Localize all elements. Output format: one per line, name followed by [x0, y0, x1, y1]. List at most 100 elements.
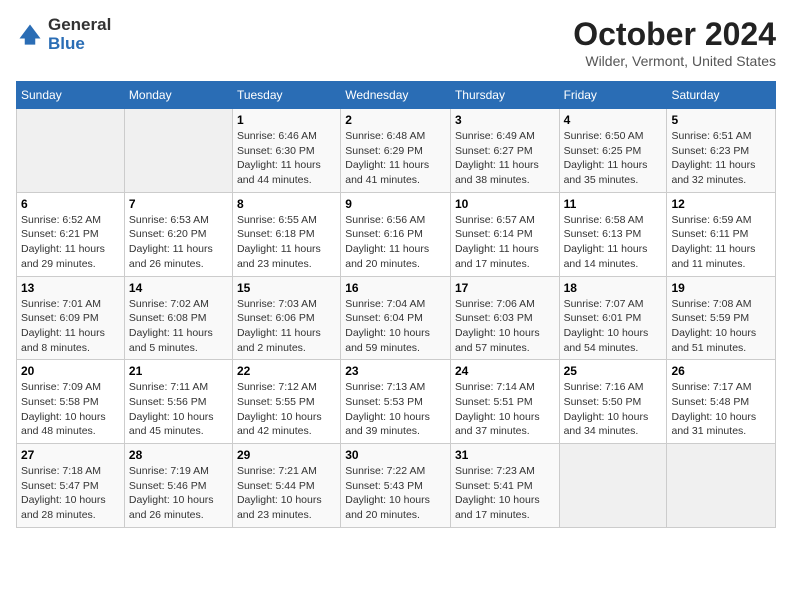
- weekday-header: Wednesday: [341, 82, 451, 109]
- day-detail: Sunrise: 6:46 AM Sunset: 6:30 PM Dayligh…: [237, 129, 336, 188]
- calendar-cell: 29 Sunrise: 7:21 AM Sunset: 5:44 PM Dayli…: [232, 444, 340, 528]
- day-number: 26: [671, 364, 771, 378]
- calendar-cell: 28Sunrise: 7:19 AM Sunset: 5:46 PM Dayli…: [124, 444, 232, 528]
- day-detail: Sunrise: 6:50 AM Sunset: 6:25 PM Dayligh…: [564, 129, 663, 188]
- calendar-cell: 3Sunrise: 6:49 AM Sunset: 6:27 PM Daylig…: [450, 109, 559, 193]
- day-number: 15: [237, 281, 336, 295]
- calendar-cell: 25 Sunrise: 7:16 AM Sunset: 5:50 PM Dayli…: [559, 360, 667, 444]
- weekday-header: Tuesday: [232, 82, 340, 109]
- day-detail: Sunrise: 7:07 AM Sunset: 6:01 PM Dayligh…: [564, 297, 663, 356]
- day-number: 21: [129, 364, 228, 378]
- calendar-cell: 22Sunrise: 7:12 AM Sunset: 5:55 PM Dayli…: [232, 360, 340, 444]
- day-detail: Sunrise: 7:01 AM Sunset: 6:09 PM Dayligh…: [21, 297, 120, 356]
- calendar-cell: 9 Sunrise: 6:56 AM Sunset: 6:16 PM Daylig…: [341, 192, 451, 276]
- calendar-cell: 8 Sunrise: 6:55 AM Sunset: 6:18 PM Daylig…: [232, 192, 340, 276]
- day-detail: Sunrise: 6:56 AM Sunset: 6:16 PM Dayligh…: [345, 213, 446, 272]
- logo-text: General Blue: [48, 16, 111, 53]
- title-area: October 2024 Wilder, Vermont, United Sta…: [573, 16, 776, 69]
- calendar-cell: 18 Sunrise: 7:07 AM Sunset: 6:01 PM Dayli…: [559, 276, 667, 360]
- day-number: 10: [455, 197, 555, 211]
- day-detail: Sunrise: 6:49 AM Sunset: 6:27 PM Dayligh…: [455, 129, 555, 188]
- calendar-cell: 10 Sunrise: 6:57 AM Sunset: 6:14 PM Dayli…: [450, 192, 559, 276]
- day-number: 12: [671, 197, 771, 211]
- calendar-cell: 12 Sunrise: 6:59 AM Sunset: 6:11 PM Dayli…: [667, 192, 776, 276]
- day-detail: Sunrise: 6:55 AM Sunset: 6:18 PM Dayligh…: [237, 213, 336, 272]
- calendar-cell: [667, 444, 776, 528]
- calendar-cell: 15 Sunrise: 7:03 AM Sunset: 6:06 PM Dayli…: [232, 276, 340, 360]
- weekday-header: Saturday: [667, 82, 776, 109]
- day-detail: Sunrise: 7:21 AM Sunset: 5:44 PM Dayligh…: [237, 464, 336, 523]
- weekday-header: Sunday: [17, 82, 125, 109]
- day-number: 1: [237, 113, 336, 127]
- day-number: 16: [345, 281, 446, 295]
- day-detail: Sunrise: 7:03 AM Sunset: 6:06 PM Dayligh…: [237, 297, 336, 356]
- day-detail: Sunrise: 6:51 AM Sunset: 6:23 PM Dayligh…: [671, 129, 771, 188]
- day-detail: Sunrise: 6:52 AM Sunset: 6:21 PM Dayligh…: [21, 213, 120, 272]
- day-detail: Sunrise: 6:48 AM Sunset: 6:29 PM Dayligh…: [345, 129, 446, 188]
- day-detail: Sunrise: 7:11 AM Sunset: 5:56 PM Dayligh…: [129, 380, 228, 439]
- day-detail: Sunrise: 7:08 AM Sunset: 5:59 PM Dayligh…: [671, 297, 771, 356]
- logo: General Blue: [16, 16, 111, 53]
- weekday-header: Friday: [559, 82, 667, 109]
- day-detail: Sunrise: 7:18 AM Sunset: 5:47 PM Dayligh…: [21, 464, 120, 523]
- day-number: 27: [21, 448, 120, 462]
- calendar-cell: [124, 109, 232, 193]
- day-number: 8: [237, 197, 336, 211]
- day-number: 23: [345, 364, 446, 378]
- calendar-cell: 16 Sunrise: 7:04 AM Sunset: 6:04 PM Dayli…: [341, 276, 451, 360]
- weekday-header: Thursday: [450, 82, 559, 109]
- day-detail: Sunrise: 7:02 AM Sunset: 6:08 PM Dayligh…: [129, 297, 228, 356]
- day-detail: Sunrise: 7:06 AM Sunset: 6:03 PM Dayligh…: [455, 297, 555, 356]
- calendar-cell: [559, 444, 667, 528]
- day-number: 14: [129, 281, 228, 295]
- day-number: 20: [21, 364, 120, 378]
- day-number: 17: [455, 281, 555, 295]
- location: Wilder, Vermont, United States: [573, 53, 776, 69]
- day-number: 19: [671, 281, 771, 295]
- day-detail: Sunrise: 7:09 AM Sunset: 5:58 PM Dayligh…: [21, 380, 120, 439]
- month-title: October 2024: [573, 16, 776, 53]
- page-header: General Blue October 2024 Wilder, Vermon…: [16, 16, 776, 69]
- calendar-table: SundayMondayTuesdayWednesdayThursdayFrid…: [16, 81, 776, 528]
- day-detail: Sunrise: 6:57 AM Sunset: 6:14 PM Dayligh…: [455, 213, 555, 272]
- logo-icon: [16, 21, 44, 49]
- day-number: 24: [455, 364, 555, 378]
- calendar-cell: 20 Sunrise: 7:09 AM Sunset: 5:58 PM Dayli…: [17, 360, 125, 444]
- day-number: 13: [21, 281, 120, 295]
- day-number: 11: [564, 197, 663, 211]
- day-detail: Sunrise: 7:16 AM Sunset: 5:50 PM Dayligh…: [564, 380, 663, 439]
- day-detail: Sunrise: 7:04 AM Sunset: 6:04 PM Dayligh…: [345, 297, 446, 356]
- calendar-cell: 21 Sunrise: 7:11 AM Sunset: 5:56 PM Dayli…: [124, 360, 232, 444]
- day-number: 29: [237, 448, 336, 462]
- day-number: 25: [564, 364, 663, 378]
- calendar-cell: 26Sunrise: 7:17 AM Sunset: 5:48 PM Dayli…: [667, 360, 776, 444]
- day-number: 5: [671, 113, 771, 127]
- day-detail: Sunrise: 7:23 AM Sunset: 5:41 PM Dayligh…: [455, 464, 555, 523]
- calendar-cell: 7Sunrise: 6:53 AM Sunset: 6:20 PM Daylig…: [124, 192, 232, 276]
- day-number: 22: [237, 364, 336, 378]
- day-detail: Sunrise: 7:13 AM Sunset: 5:53 PM Dayligh…: [345, 380, 446, 439]
- day-number: 9: [345, 197, 446, 211]
- day-number: 18: [564, 281, 663, 295]
- day-detail: Sunrise: 6:59 AM Sunset: 6:11 PM Dayligh…: [671, 213, 771, 272]
- day-number: 4: [564, 113, 663, 127]
- calendar-cell: 24Sunrise: 7:14 AM Sunset: 5:51 PM Dayli…: [450, 360, 559, 444]
- calendar-cell: 6 Sunrise: 6:52 AM Sunset: 6:21 PM Daylig…: [17, 192, 125, 276]
- day-number: 31: [455, 448, 555, 462]
- calendar-cell: [17, 109, 125, 193]
- day-number: 30: [345, 448, 446, 462]
- calendar-cell: 27 Sunrise: 7:18 AM Sunset: 5:47 PM Dayli…: [17, 444, 125, 528]
- logo-general: General: [48, 16, 111, 35]
- weekday-header: Monday: [124, 82, 232, 109]
- calendar-cell: 11Sunrise: 6:58 AM Sunset: 6:13 PM Dayli…: [559, 192, 667, 276]
- calendar-cell: 5 Sunrise: 6:51 AM Sunset: 6:23 PM Daylig…: [667, 109, 776, 193]
- day-number: 6: [21, 197, 120, 211]
- day-number: 28: [129, 448, 228, 462]
- calendar-cell: 17 Sunrise: 7:06 AM Sunset: 6:03 PM Dayli…: [450, 276, 559, 360]
- calendar-cell: 4 Sunrise: 6:50 AM Sunset: 6:25 PM Daylig…: [559, 109, 667, 193]
- calendar-cell: 1 Sunrise: 6:46 AM Sunset: 6:30 PM Daylig…: [232, 109, 340, 193]
- calendar-cell: 13 Sunrise: 7:01 AM Sunset: 6:09 PM Dayli…: [17, 276, 125, 360]
- calendar-cell: 30Sunrise: 7:22 AM Sunset: 5:43 PM Dayli…: [341, 444, 451, 528]
- day-number: 2: [345, 113, 446, 127]
- logo-blue: Blue: [48, 35, 111, 54]
